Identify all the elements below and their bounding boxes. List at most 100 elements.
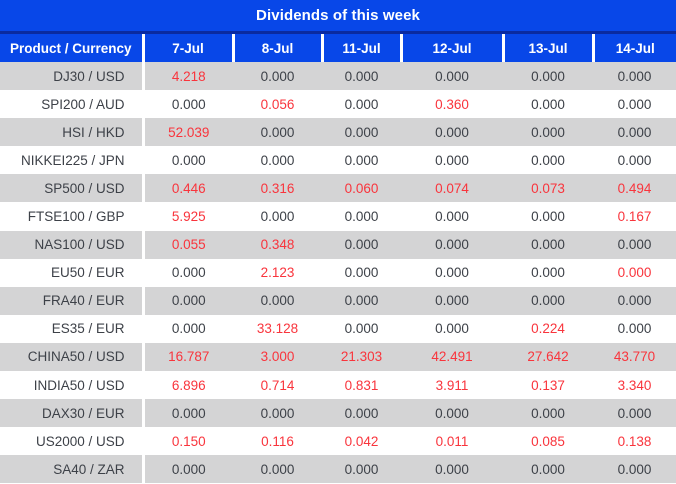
- product-cell: ES35 / EUR: [0, 315, 143, 343]
- dividend-value-cell: 0.000: [401, 315, 503, 343]
- dividend-value-cell: 0.360: [401, 90, 503, 118]
- dividend-value-cell: 0.348: [233, 231, 322, 259]
- dividend-value-cell: 0.000: [401, 259, 503, 287]
- table-row: SP500 / USD0.4460.3160.0600.0740.0730.49…: [0, 174, 676, 202]
- dividend-value-cell: 0.000: [401, 455, 503, 483]
- dividend-value-cell: 0.000: [401, 202, 503, 230]
- dividend-value-cell: 0.000: [503, 90, 593, 118]
- date-column-header: 11-Jul: [322, 34, 401, 62]
- header-row: Product / Currency7-Jul8-Jul11-Jul12-Jul…: [0, 34, 676, 62]
- dividend-value-cell: 0.000: [143, 455, 233, 483]
- table-row: SA40 / ZAR0.0000.0000.0000.0000.0000.000: [0, 455, 676, 483]
- dividend-value-cell: 0.000: [233, 202, 322, 230]
- table-row: DJ30 / USD4.2180.0000.0000.0000.0000.000: [0, 62, 676, 90]
- dividend-value-cell: 0.000: [143, 315, 233, 343]
- product-cell: HSI / HKD: [0, 118, 143, 146]
- date-column-header: 8-Jul: [233, 34, 322, 62]
- dividend-value-cell: 42.491: [401, 343, 503, 371]
- dividend-value-cell: 0.000: [143, 399, 233, 427]
- dividend-value-cell: 52.039: [143, 118, 233, 146]
- dividend-value-cell: 0.056: [233, 90, 322, 118]
- dividend-value-cell: 0.000: [401, 118, 503, 146]
- product-cell: DJ30 / USD: [0, 62, 143, 90]
- dividend-value-cell: 0.000: [593, 455, 676, 483]
- table-title: Dividends of this week: [0, 0, 676, 34]
- table-row: SPI200 / AUD0.0000.0560.0000.3600.0000.0…: [0, 90, 676, 118]
- dividend-value-cell: 0.224: [503, 315, 593, 343]
- table-row: DAX30 / EUR0.0000.0000.0000.0000.0000.00…: [0, 399, 676, 427]
- product-cell: FRA40 / EUR: [0, 287, 143, 315]
- dividend-value-cell: 0.000: [593, 90, 676, 118]
- product-cell: SA40 / ZAR: [0, 455, 143, 483]
- dividends-widget: Dividends of this week Product / Currenc…: [0, 0, 676, 483]
- table-row: ES35 / EUR0.00033.1280.0000.0000.2240.00…: [0, 315, 676, 343]
- dividend-value-cell: 0.831: [322, 371, 401, 399]
- product-column-header: Product / Currency: [0, 34, 143, 62]
- dividend-value-cell: 0.000: [593, 399, 676, 427]
- dividend-value-cell: 0.000: [503, 259, 593, 287]
- dividend-value-cell: 0.000: [593, 146, 676, 174]
- date-column-header: 13-Jul: [503, 34, 593, 62]
- dividend-value-cell: 0.000: [233, 146, 322, 174]
- dividend-value-cell: 0.000: [503, 399, 593, 427]
- dividend-value-cell: 3.000: [233, 343, 322, 371]
- dividend-value-cell: 0.714: [233, 371, 322, 399]
- dividend-value-cell: 0.085: [503, 427, 593, 455]
- table-header: Product / Currency7-Jul8-Jul11-Jul12-Jul…: [0, 34, 676, 62]
- dividend-value-cell: 0.116: [233, 427, 322, 455]
- dividend-value-cell: 0.167: [593, 202, 676, 230]
- date-column-header: 12-Jul: [401, 34, 503, 62]
- product-cell: INDIA50 / USD: [0, 371, 143, 399]
- dividend-value-cell: 0.446: [143, 174, 233, 202]
- dividend-value-cell: 33.128: [233, 315, 322, 343]
- dividend-value-cell: 0.494: [593, 174, 676, 202]
- table-row: US2000 / USD0.1500.1160.0420.0110.0850.1…: [0, 427, 676, 455]
- dividend-value-cell: 0.000: [322, 118, 401, 146]
- dividend-value-cell: 0.000: [593, 287, 676, 315]
- dividend-value-cell: 0.316: [233, 174, 322, 202]
- product-cell: SP500 / USD: [0, 174, 143, 202]
- dividend-value-cell: 0.000: [233, 287, 322, 315]
- dividend-value-cell: 0.000: [322, 399, 401, 427]
- dividend-value-cell: 43.770: [593, 343, 676, 371]
- dividend-value-cell: 16.787: [143, 343, 233, 371]
- dividend-value-cell: 0.000: [322, 146, 401, 174]
- table-row: EU50 / EUR0.0002.1230.0000.0000.0000.000: [0, 259, 676, 287]
- dividend-value-cell: 0.138: [593, 427, 676, 455]
- dividend-value-cell: 0.000: [143, 146, 233, 174]
- dividend-value-cell: 0.000: [593, 118, 676, 146]
- dividend-value-cell: 0.000: [233, 62, 322, 90]
- product-cell: US2000 / USD: [0, 427, 143, 455]
- table-row: NIKKEI225 / JPN0.0000.0000.0000.0000.000…: [0, 146, 676, 174]
- dividend-value-cell: 0.000: [322, 231, 401, 259]
- dividend-value-cell: 2.123: [233, 259, 322, 287]
- dividend-value-cell: 0.000: [401, 231, 503, 259]
- dividend-value-cell: 0.000: [233, 118, 322, 146]
- product-cell: NAS100 / USD: [0, 231, 143, 259]
- table-row: CHINA50 / USD16.7873.00021.30342.49127.6…: [0, 343, 676, 371]
- dividend-value-cell: 0.137: [503, 371, 593, 399]
- product-cell: DAX30 / EUR: [0, 399, 143, 427]
- dividend-value-cell: 0.000: [593, 62, 676, 90]
- dividend-value-cell: 5.925: [143, 202, 233, 230]
- table-row: FRA40 / EUR0.0000.0000.0000.0000.0000.00…: [0, 287, 676, 315]
- dividend-value-cell: 0.074: [401, 174, 503, 202]
- product-cell: NIKKEI225 / JPN: [0, 146, 143, 174]
- date-column-header: 7-Jul: [143, 34, 233, 62]
- dividend-value-cell: 6.896: [143, 371, 233, 399]
- dividend-value-cell: 3.911: [401, 371, 503, 399]
- dividend-value-cell: 0.000: [401, 399, 503, 427]
- dividend-value-cell: 0.000: [503, 231, 593, 259]
- dividend-value-cell: 0.000: [143, 287, 233, 315]
- dividend-value-cell: 27.642: [503, 343, 593, 371]
- dividend-value-cell: 4.218: [143, 62, 233, 90]
- product-cell: CHINA50 / USD: [0, 343, 143, 371]
- dividend-value-cell: 0.055: [143, 231, 233, 259]
- dividend-value-cell: 21.303: [322, 343, 401, 371]
- dividend-value-cell: 0.000: [322, 287, 401, 315]
- dividend-value-cell: 0.000: [322, 90, 401, 118]
- table-row: FTSE100 / GBP5.9250.0000.0000.0000.0000.…: [0, 202, 676, 230]
- dividend-value-cell: 0.000: [503, 455, 593, 483]
- product-cell: FTSE100 / GBP: [0, 202, 143, 230]
- dividend-value-cell: 0.000: [322, 455, 401, 483]
